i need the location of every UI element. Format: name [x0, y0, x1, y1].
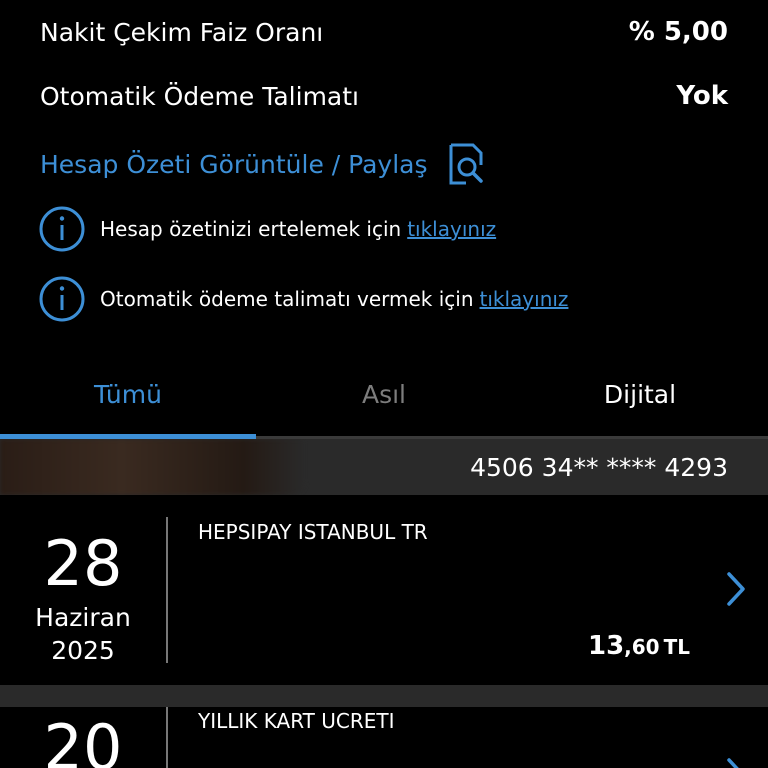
chevron-right-icon[interactable]	[726, 757, 746, 768]
statement-link[interactable]: Hesap Özeti Görüntüle / Paylaş	[40, 142, 486, 186]
tab-digital[interactable]: Dijital	[512, 364, 768, 424]
transaction-separator	[0, 685, 768, 707]
date-divider	[166, 517, 168, 663]
transaction-merchant: HEPSIPAY ISTANBUL TR	[198, 520, 428, 544]
statement-link-label[interactable]: Hesap Özeti Görüntüle / Paylaş	[40, 150, 428, 179]
amount-integer: 13	[587, 631, 625, 661]
transaction-date: 20	[0, 717, 166, 768]
tab-all[interactable]: Tümü	[0, 364, 256, 424]
amount-currency: TL	[663, 635, 690, 659]
info-icon	[39, 206, 85, 252]
defer-statement-text: Hesap özetinizi ertelemek için tıklayınız	[100, 217, 496, 241]
transaction-date: 28 Haziran 2025	[0, 527, 166, 666]
tab-main[interactable]: Asıl	[256, 364, 512, 424]
date-divider	[166, 707, 168, 768]
cash-rate-row: Nakit Çekim Faiz Oranı % 5,00	[0, 14, 768, 54]
transaction-amount: 13,60 TL	[588, 631, 690, 661]
transaction-day: 28	[43, 527, 123, 600]
cash-rate-label: Nakit Çekim Faiz Oranı	[40, 18, 324, 47]
card-number: 4506 34** **** 4293	[470, 452, 728, 482]
amount-decimal: ,60	[624, 635, 660, 659]
auto-pay-message: Otomatik ödeme talimatı vermek için	[100, 287, 474, 311]
auto-pay-value: Yok	[676, 81, 728, 111]
auto-pay-notice: Otomatik ödeme talimatı vermek için tıkla…	[38, 275, 568, 323]
card-image	[0, 439, 305, 495]
transaction-year: 2025	[51, 636, 115, 665]
chevron-right-icon[interactable]	[726, 571, 746, 607]
transaction-tabs: Tümü Asıl Dijital	[0, 364, 768, 438]
transaction-merchant: YILLIK KART UCRETI	[198, 709, 395, 733]
auto-pay-row: Otomatik Ödeme Talimatı Yok	[0, 78, 768, 118]
transaction-month: Haziran	[35, 603, 131, 632]
auto-pay-label: Otomatik Ödeme Talimatı	[40, 82, 359, 111]
auto-pay-text: Otomatik ödeme talimatı vermek için tıkla…	[100, 287, 568, 311]
auto-pay-link[interactable]: tıklayınız	[480, 287, 569, 311]
defer-statement-message: Hesap özetinizi ertelemek için	[100, 217, 402, 241]
transaction-day: 20	[43, 711, 123, 768]
info-icon	[39, 276, 85, 322]
defer-statement-notice: Hesap özetinizi ertelemek için tıklayınız	[38, 205, 496, 253]
cash-rate-value: % 5,00	[628, 17, 728, 47]
card-header: 4506 34** **** 4293	[0, 439, 768, 495]
transaction-row[interactable]: 28 Haziran 2025 HEPSIPAY ISTANBUL TR 13,…	[0, 495, 768, 685]
defer-statement-link[interactable]: tıklayınız	[407, 217, 496, 241]
transaction-row[interactable]: 20 YILLIK KART UCRETI	[0, 707, 768, 768]
document-search-icon[interactable]	[446, 142, 486, 186]
